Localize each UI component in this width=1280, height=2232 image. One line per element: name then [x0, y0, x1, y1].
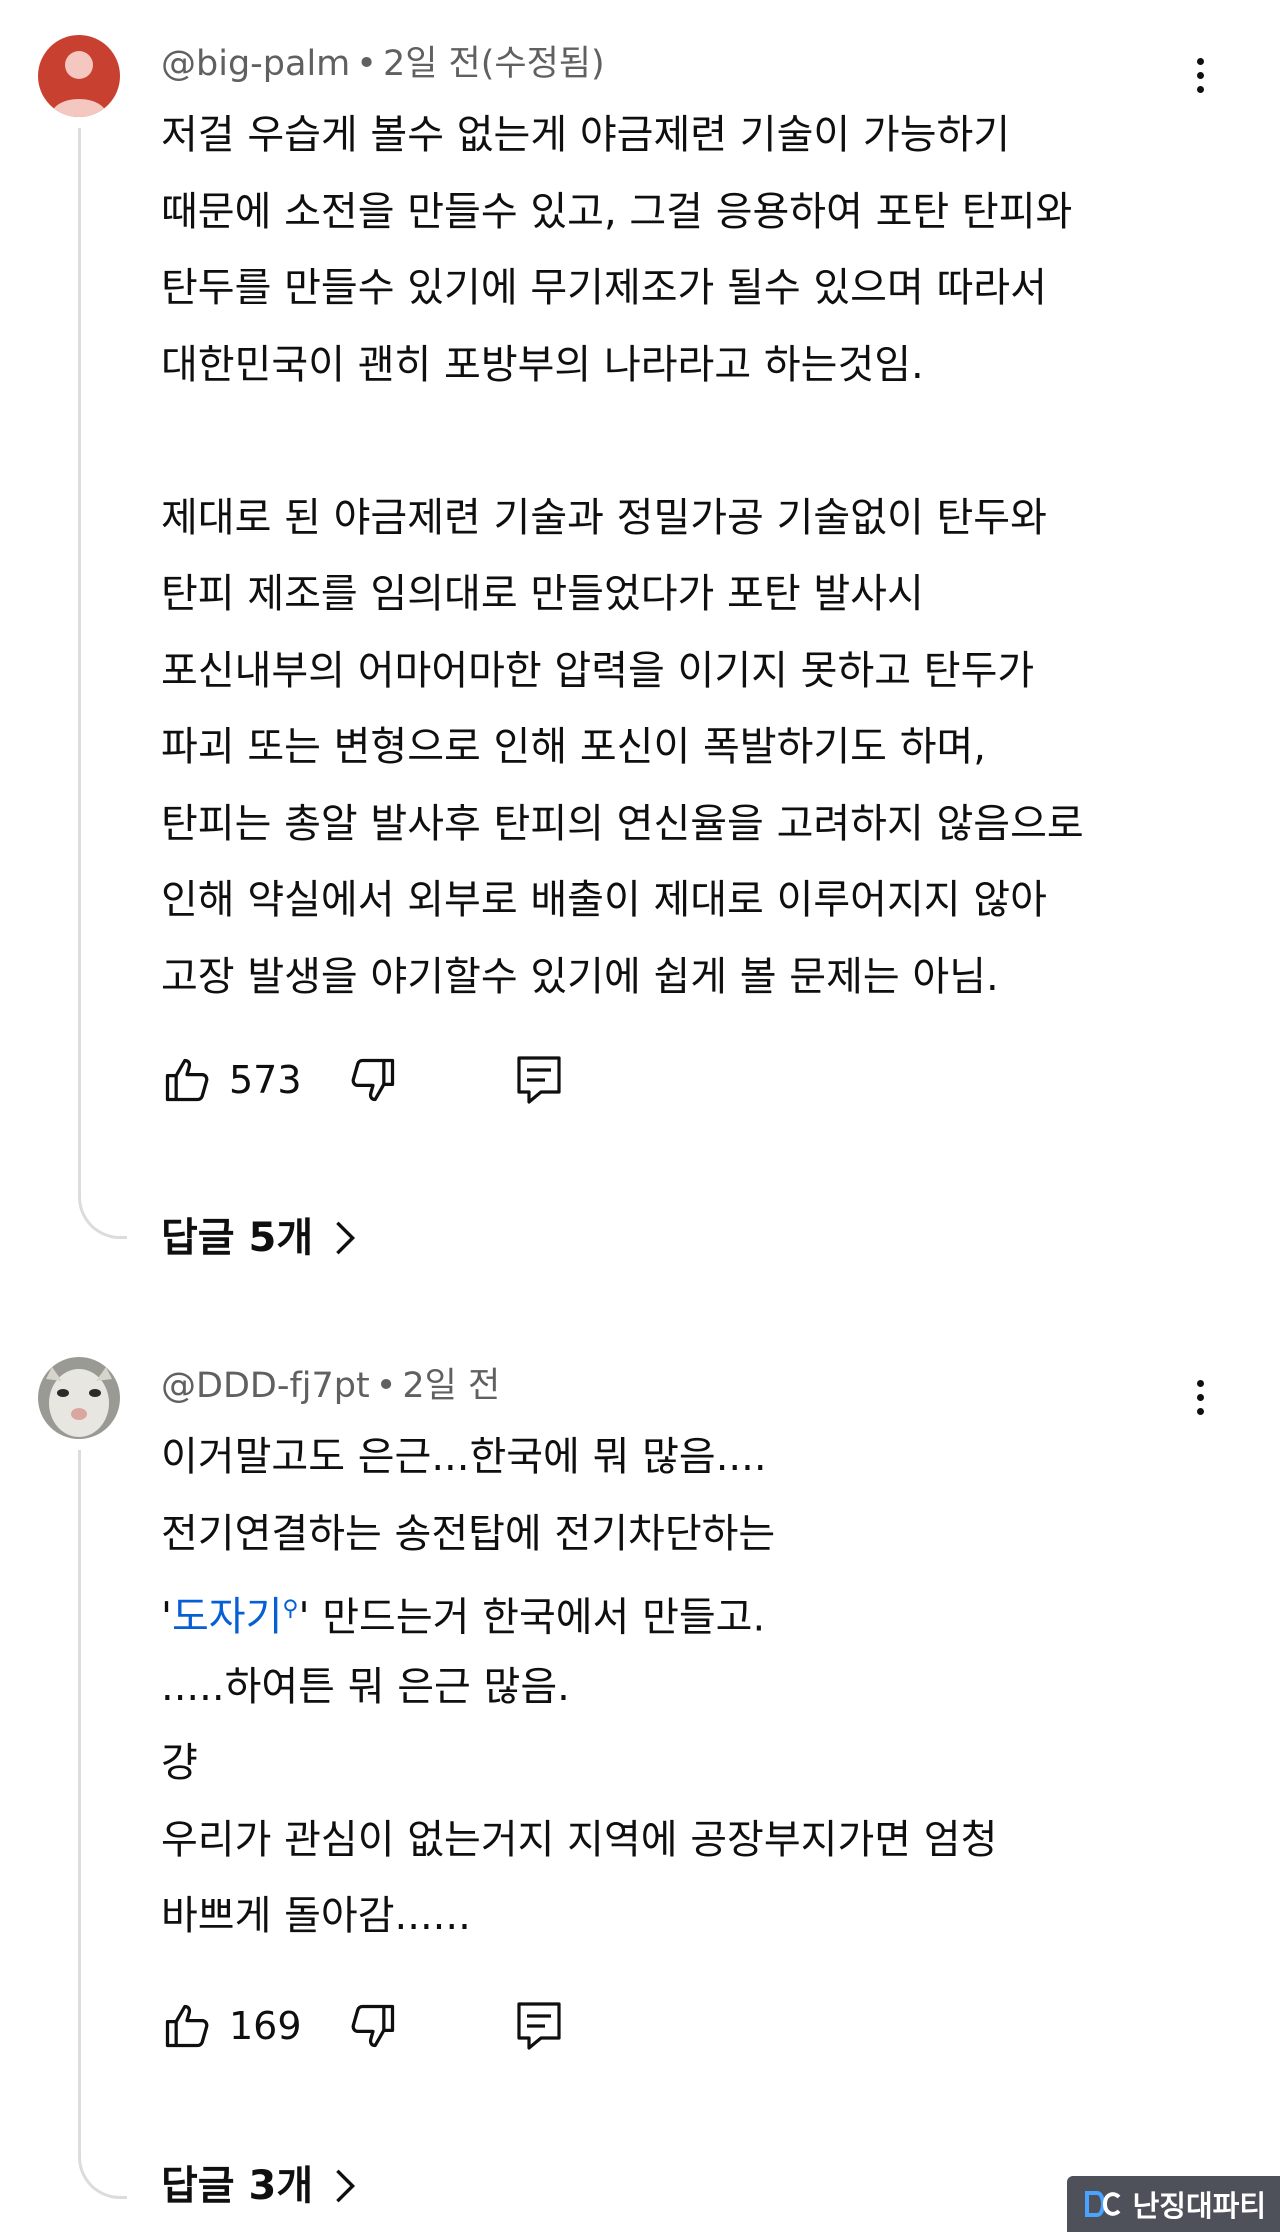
search-icon: ⚲ [282, 1597, 299, 1622]
dislike-button[interactable] [347, 1054, 399, 1106]
thumbs-up-icon [165, 2004, 209, 2048]
thumbs-up-icon [165, 1058, 209, 1102]
reply-thread-line [78, 128, 127, 1239]
comment-blank-line [161, 403, 1221, 480]
view-replies-button[interactable]: 답글 5개 [161, 1210, 357, 1266]
comment-line: 대한민국이 괜히 포방부의 나라라고 하는것임. [161, 341, 924, 388]
reply-thread-line [78, 1450, 127, 2199]
comment-2: @DDD-fj7pt • 2일 전 이거말고도 은근...한국에 뭐 많음.... … [0, 1300, 1280, 2232]
like-count: 169 [229, 2004, 302, 2048]
comment-author[interactable]: @DDD-fj7pt [161, 1366, 370, 1406]
comment-meta: @big-palm • 2일 전(수정됨) [161, 44, 605, 84]
replies-label: 답글 5개 [161, 1215, 314, 1261]
comment-time: 2일 전(수정됨) [382, 44, 605, 84]
comment-text: 이거말고도 은근...한국에 뭐 많음.... 전기연결하는 송전탑에 전기차단… [161, 1419, 1221, 1955]
comment-line: 탄피는 총알 발사후 탄피의 연신율을 고려하지 않음으로 [161, 800, 1084, 847]
more-options-button[interactable] [1176, 1369, 1224, 1425]
comment-actions: 573 [161, 1050, 563, 1110]
more-vertical-icon [1196, 1379, 1204, 1387]
comment-line: 고장 발생을 야기할수 있기에 쉽게 볼 문제는 아님. [161, 953, 999, 1000]
comment-meta: @DDD-fj7pt • 2일 전 [161, 1366, 501, 1406]
thumbs-down-icon [351, 1058, 395, 1102]
comment-line: 걍 [161, 1740, 198, 1786]
dislike-button[interactable] [347, 2000, 399, 2052]
replies-label: 답글 3개 [161, 2163, 314, 2209]
chevron-right-icon [336, 2169, 356, 2203]
more-options-button[interactable] [1176, 47, 1224, 103]
view-replies-button[interactable]: 답글 3개 [161, 2158, 357, 2214]
reply-button[interactable] [515, 1054, 563, 1106]
comment-line: 포신내부의 어마어마한 압력을 이기지 못하고 탄두가 [161, 647, 1035, 694]
dc-logo-icon [1084, 2191, 1121, 2217]
like-button[interactable] [161, 2000, 213, 2052]
reply-comment-icon [517, 2002, 561, 2050]
comment-line: 바쁘게 돌아감...... [161, 1893, 471, 1939]
like-button[interactable] [161, 1054, 213, 1106]
watermark: 난징대파티 [1066, 2176, 1280, 2232]
comment-line: 탄두를 만들수 있기에 무기제조가 될수 있으며 따라서 [161, 265, 1047, 311]
avatar[interactable] [38, 35, 120, 117]
avatar-person-icon [38, 35, 120, 117]
comment-1: @big-palm • 2일 전(수정됨) 저걸 우습게 볼수 없는게 야금제련 기… [0, 0, 1280, 1290]
search-link[interactable]: 도자기⚲ [172, 1594, 299, 1640]
comment-line: 인해 약실에서 외부로 배출이 제대로 이루어지지 않아 [161, 877, 1047, 923]
quote-open: ' [161, 1594, 172, 1641]
like-count: 573 [229, 1058, 302, 1102]
more-vertical-icon-dot [1196, 71, 1204, 79]
avatar-cat-photo [38, 1357, 120, 1439]
watermark-text: 난징대파티 [1132, 2189, 1266, 2223]
search-link-text: 도자기 [172, 1594, 283, 1641]
more-vertical-icon-dot [1196, 85, 1204, 93]
avatar[interactable] [38, 1357, 120, 1439]
reply-comment-icon [517, 1056, 561, 1104]
comment-line: 제대로 된 야금제련 기술과 정밀가공 기술없이 탄두와 [161, 494, 1047, 541]
more-vertical-icon-dot [1196, 1393, 1204, 1401]
comment-line: 우리가 관심이 없는거지 지역에 공장부지가면 엄청 [161, 1816, 998, 1863]
comment-line: 저걸 우습게 볼수 없는게 야금제련 기술이 가능하기 [161, 112, 1011, 158]
comment-text: 저걸 우습게 볼수 없는게 야금제련 기술이 가능하기 때문에 소전을 만들수 … [161, 97, 1221, 1015]
comment-line: 전기연결하는 송전탑에 전기차단하는 [161, 1510, 776, 1557]
thumbs-down-icon [351, 2004, 395, 2048]
comment-line: 때문에 소전을 만들수 있고, 그걸 응용하여 포탄 탄피와 [161, 188, 1073, 235]
comment-line-with-link: '도자기⚲' 만드는거 한국에서 만들고. [161, 1572, 1221, 1649]
comment-line: 이거말고도 은근...한국에 뭐 많음.... [161, 1434, 767, 1480]
comment-line: 탄피 제조를 임의대로 만들었다가 포탄 발사시 [161, 571, 924, 617]
reply-button[interactable] [515, 2000, 563, 2052]
comment-time: 2일 전 [402, 1366, 501, 1406]
comment-actions: 169 [161, 1996, 563, 2056]
more-vertical-icon-dot [1196, 1407, 1204, 1415]
comment-author[interactable]: @big-palm [161, 44, 350, 84]
quote-close-and-text: ' 만드는거 한국에서 만들고. [298, 1594, 766, 1641]
chevron-right-icon [336, 1221, 356, 1255]
comment-line: 파괴 또는 변형으로 인해 포신이 폭발하기도 하며, [161, 724, 987, 770]
more-vertical-icon [1196, 57, 1204, 65]
comment-line: .....하여튼 뭐 은근 많음. [161, 1663, 570, 1710]
